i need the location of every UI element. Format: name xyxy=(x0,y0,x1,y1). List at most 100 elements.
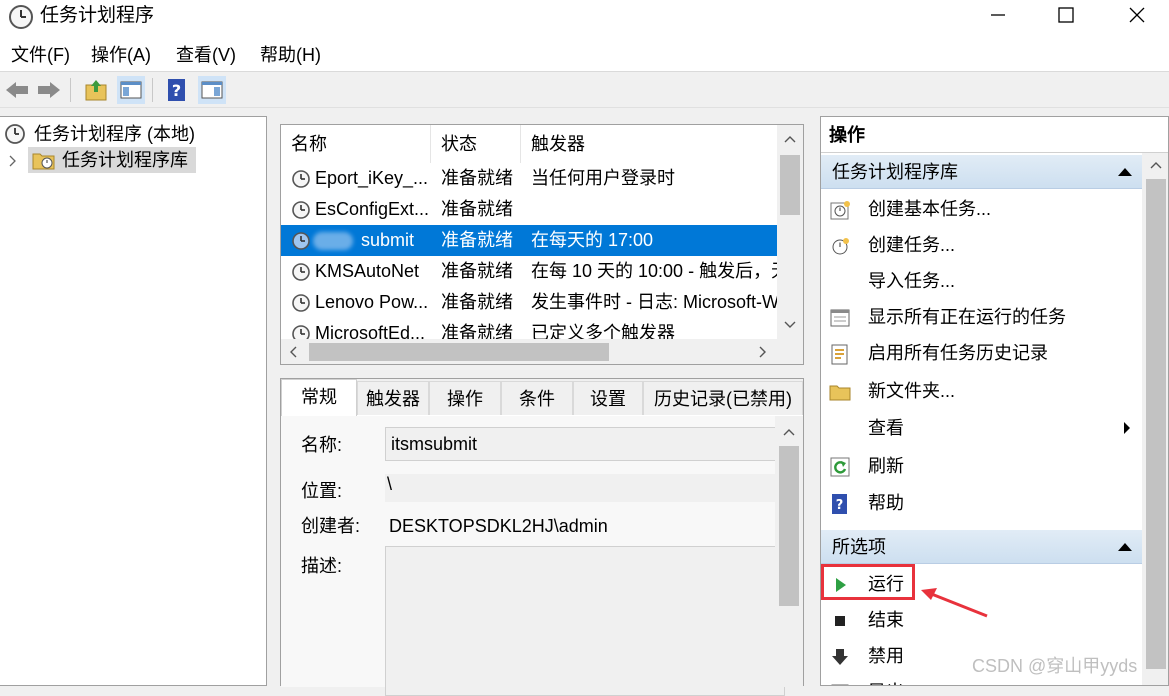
task-list: 名称 状态 触发器 Eport_iKey_... 准备就绪 当任何用户登录时 EsCo… xyxy=(280,124,804,365)
action-new-folder[interactable]: 新文件夹... xyxy=(821,373,1137,409)
menu-bar: 文件(F) 操作(A) 查看(V) 帮助(H) xyxy=(0,38,1169,72)
tree-item-label: 任务计划程序 (本地) xyxy=(34,124,195,144)
action-help[interactable]: ? 帮助 xyxy=(821,485,1137,521)
table-row[interactable]: Eport_iKey_... 准备就绪 当任何用户登录时 xyxy=(281,163,777,194)
help-icon[interactable]: ? xyxy=(163,76,191,104)
column-header: 名称 状态 触发器 xyxy=(281,125,777,163)
action-refresh[interactable]: 刷新 xyxy=(821,448,1137,484)
task-status-cell: 准备就绪 xyxy=(441,261,513,281)
clock-icon xyxy=(292,170,310,188)
column-name[interactable]: 名称 xyxy=(281,125,431,163)
author-label: 创建者: xyxy=(301,516,361,536)
show-hide-action-pane-icon[interactable] xyxy=(198,76,226,104)
minimize-button[interactable] xyxy=(968,0,1028,30)
menu-view[interactable]: 查看(V) xyxy=(176,44,236,66)
forward-arrow-icon[interactable] xyxy=(35,76,63,104)
tab-conditions[interactable]: 条件 xyxy=(501,381,573,415)
action-enable-history[interactable]: 启用所有任务历史记录 xyxy=(821,335,1137,371)
menu-action[interactable]: 操作(A) xyxy=(91,44,151,66)
task-name-cell: EsConfigExt... xyxy=(315,199,430,219)
description-label: 描述: xyxy=(301,556,343,576)
vertical-scrollbar[interactable] xyxy=(775,416,803,687)
title-bar: 任务计划程序 xyxy=(0,0,1169,38)
clock-icon xyxy=(5,124,25,144)
table-row[interactable]: EsConfigExt... 准备就绪 xyxy=(281,194,777,225)
vertical-scrollbar[interactable] xyxy=(777,125,803,339)
general-tab-content: 名称: itsmsubmit 位置: \ 创建者: DESKTOPSDKL2HJ… xyxy=(281,416,785,696)
svg-text:?: ? xyxy=(172,81,181,100)
up-folder-icon[interactable] xyxy=(82,76,110,104)
tab-triggers[interactable]: 触发器 xyxy=(357,381,429,415)
toolbar-separator xyxy=(152,78,153,102)
window-title: 任务计划程序 xyxy=(40,5,155,26)
maximize-button[interactable] xyxy=(1036,0,1096,30)
author-value: DESKTOPSDKL2HJ\admin xyxy=(389,516,608,536)
chevron-left-icon[interactable] xyxy=(289,346,297,358)
location-value: \ xyxy=(387,474,393,494)
create-basic-task-icon xyxy=(830,201,850,220)
task-trigger-cell xyxy=(531,194,777,225)
chevron-up-icon[interactable] xyxy=(783,428,795,436)
tree-item-label: 任务计划程序库 xyxy=(62,150,188,170)
chevron-up-icon[interactable] xyxy=(1150,161,1162,169)
clock-icon xyxy=(292,263,310,281)
task-name-cell: Eport_iKey_... xyxy=(315,168,429,188)
vertical-scrollbar[interactable] xyxy=(1142,153,1168,685)
disable-icon xyxy=(832,649,848,665)
name-field[interactable]: itsmsubmit xyxy=(385,427,785,461)
chevron-right-icon[interactable] xyxy=(8,155,18,167)
menu-file[interactable]: 文件(F) xyxy=(11,44,70,66)
show-hide-tree-icon[interactable] xyxy=(117,76,145,104)
action-view[interactable]: 查看 xyxy=(821,410,1137,446)
scrollbar-thumb[interactable] xyxy=(1146,179,1166,669)
create-task-icon xyxy=(832,238,849,255)
table-row[interactable]: Lenovo Pow... 准备就绪 发生事件时 - 日志: Microsoft-W xyxy=(281,287,777,318)
horizontal-scrollbar[interactable] xyxy=(281,339,777,364)
action-create-basic-task[interactable]: 创建基本任务... xyxy=(821,191,1137,227)
group-header-library[interactable]: 任务计划程序库 xyxy=(821,155,1142,189)
column-trigger[interactable]: 触发器 xyxy=(521,125,777,163)
folder-clock-icon xyxy=(32,153,55,170)
chevron-down-icon[interactable] xyxy=(784,321,796,329)
collapse-arrow-icon[interactable] xyxy=(1118,543,1132,551)
svg-text:?: ? xyxy=(836,498,844,513)
task-properties: 常规 触发器 操作 条件 设置 历史记录(已禁用) 名称: itsmsubmit… xyxy=(280,378,804,696)
table-row[interactable]: KMSAutoNet 准备就绪 在每 10 天的 10:00 - 触发后，无 xyxy=(281,256,777,287)
chevron-up-icon[interactable] xyxy=(784,135,796,143)
submenu-arrow-icon xyxy=(1124,422,1130,434)
task-name-cell: Lenovo Pow... xyxy=(315,292,429,312)
stop-icon xyxy=(835,616,845,626)
group-header-label: 所选项 xyxy=(832,537,886,557)
table-row[interactable]: submit 准备就绪 在每天的 17:00 xyxy=(281,225,777,256)
column-status[interactable]: 状态 xyxy=(431,125,521,163)
close-button[interactable] xyxy=(1106,0,1166,30)
action-show-running[interactable]: 显示所有正在运行的任务 xyxy=(821,299,1137,335)
folder-icon xyxy=(829,385,851,401)
tab-history[interactable]: 历史记录(已禁用) xyxy=(643,381,803,415)
tab-settings[interactable]: 设置 xyxy=(573,381,643,415)
task-trigger-cell: 在每天的 17:00 xyxy=(531,230,654,250)
task-trigger-cell: 在每 10 天的 10:00 - 触发后，无 xyxy=(531,261,777,281)
tab-general[interactable]: 常规 xyxy=(281,379,357,416)
action-create-task[interactable]: 创建任务... xyxy=(821,227,1137,263)
menu-help[interactable]: 帮助(H) xyxy=(260,44,321,66)
description-field[interactable] xyxy=(385,546,785,696)
collapse-arrow-icon[interactable] xyxy=(1118,168,1132,176)
scrollbar-thumb[interactable] xyxy=(309,343,609,361)
group-header-selected[interactable]: 所选项 xyxy=(821,530,1142,564)
scrollbar-thumb[interactable] xyxy=(780,155,800,215)
clock-icon xyxy=(9,5,33,29)
tab-actions[interactable]: 操作 xyxy=(429,381,501,415)
tab-bar: 常规 触发器 操作 条件 设置 历史记录(已禁用) xyxy=(281,379,803,416)
navigation-tree: 任务计划程序 (本地) 任务计划程序库 xyxy=(0,116,267,686)
watermark: CSDN @穿山甲yyds xyxy=(972,656,1138,676)
scrollbar-thumb[interactable] xyxy=(779,446,799,606)
chevron-right-icon[interactable] xyxy=(759,346,767,358)
toolbar: ? xyxy=(0,72,1169,108)
back-arrow-icon[interactable] xyxy=(3,76,31,104)
action-import-task[interactable]: 导入任务... xyxy=(821,263,1137,299)
location-field: \ xyxy=(385,474,785,502)
task-status-cell: 准备就绪 xyxy=(441,292,513,312)
clock-icon xyxy=(292,232,310,250)
clock-icon xyxy=(292,201,310,219)
